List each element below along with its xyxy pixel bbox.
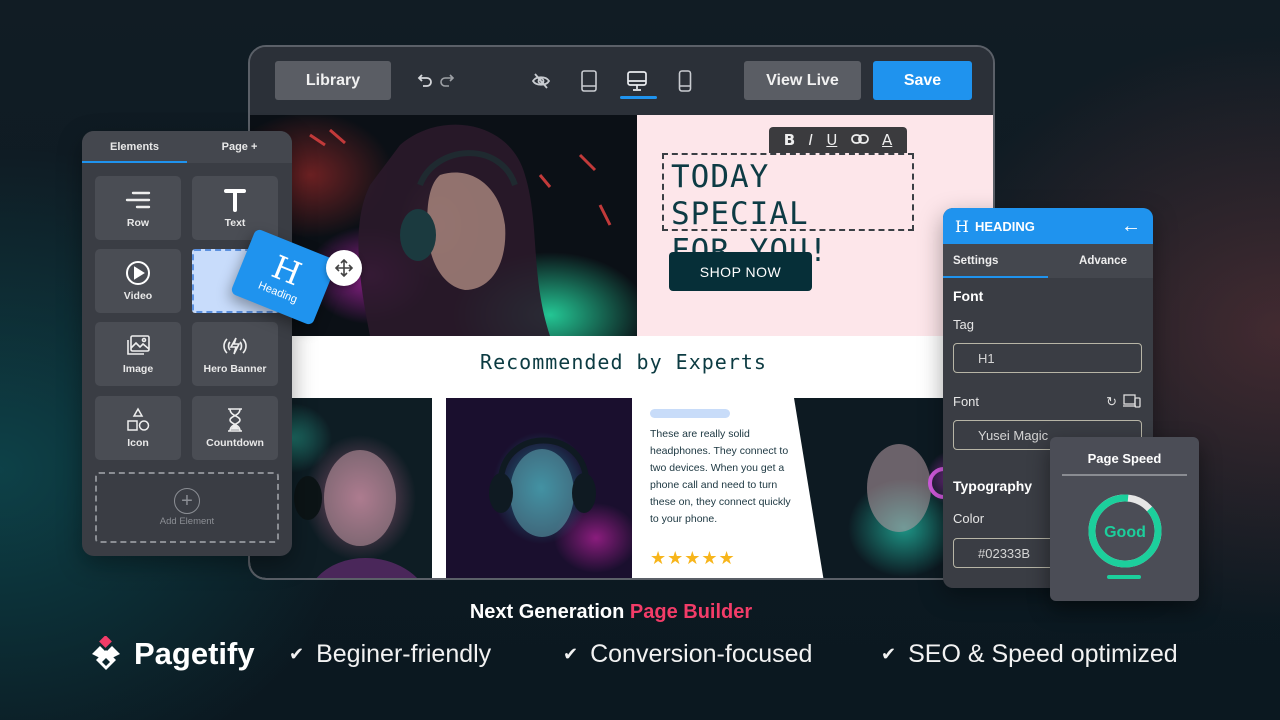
- video-icon: [125, 260, 151, 286]
- check-icon: ✔: [289, 644, 305, 664]
- link-icon[interactable]: [850, 131, 869, 149]
- element-video-label: Video: [123, 290, 153, 302]
- hero-heading-line-1: TODAY SPECIAL: [671, 159, 809, 232]
- recommended-section: Recommended by Experts These are really …: [250, 336, 993, 578]
- text-icon: [223, 187, 247, 213]
- element-icon[interactable]: Icon: [95, 396, 181, 460]
- element-row-label: Row: [126, 217, 150, 229]
- pagetify-logo-icon: [92, 636, 120, 670]
- feature-conversion-focused: ✔ Conversion-focused: [563, 640, 812, 669]
- hide-icon[interactable]: [527, 67, 555, 95]
- settings-active-tab-indicator: [943, 276, 1048, 278]
- desktop-icon[interactable]: [623, 67, 651, 95]
- rating-stars: ★★★★★: [650, 548, 736, 568]
- page-speed-title: Page Speed: [1087, 451, 1162, 466]
- elements-panel-tabs: Elements Page +: [82, 131, 292, 163]
- element-hero-banner-label: Hero Banner: [203, 363, 267, 375]
- feature-label: SEO & Speed optimized: [908, 640, 1178, 668]
- check-icon: ✔: [881, 644, 897, 664]
- active-tab-indicator: [82, 161, 187, 163]
- feature-beginner-friendly: ✔ Beginer-friendly: [289, 640, 491, 669]
- italic-icon[interactable]: I: [809, 131, 813, 149]
- font-section-title: Font: [953, 288, 984, 304]
- review-text: These are really solid headphones. They …: [650, 428, 791, 525]
- element-hero-banner[interactable]: Hero Banner: [192, 322, 278, 386]
- tab-advance[interactable]: Advance: [1053, 244, 1153, 278]
- text-color-icon[interactable]: A: [882, 131, 892, 149]
- text-format-toolbar: B I U A: [769, 127, 907, 153]
- feature-label: Beginer-friendly: [316, 640, 492, 668]
- responsive-devices-icon[interactable]: [1123, 394, 1141, 411]
- element-text[interactable]: Text: [192, 176, 278, 240]
- hero-content: B I U A TODAY SPECIAL FOR YOU! SHOP NOW: [637, 115, 993, 336]
- page-speed-bar: [1107, 575, 1141, 579]
- element-image[interactable]: Image: [95, 322, 181, 386]
- image-icon: [125, 333, 151, 359]
- settings-panel-title: HEADING: [974, 218, 1035, 234]
- heading-selection-box[interactable]: TODAY SPECIAL FOR YOU!: [662, 153, 914, 269]
- back-arrow-icon[interactable]: ←: [1121, 215, 1141, 238]
- hero-banner-icon: [221, 333, 249, 359]
- element-icon-label: Icon: [127, 437, 149, 449]
- feature-label: Conversion-focused: [590, 640, 813, 668]
- settings-tabs: Settings Advance: [943, 244, 1153, 278]
- check-icon: ✔: [563, 644, 579, 664]
- brand-name: Pagetify: [134, 636, 255, 671]
- font-actions: ↻: [1106, 394, 1141, 411]
- tag-label: Tag: [953, 317, 974, 332]
- row-icon: [125, 187, 151, 213]
- underline-icon[interactable]: U: [826, 131, 837, 149]
- page-speed-gauge: Good: [1088, 494, 1162, 568]
- element-row[interactable]: Row: [95, 176, 181, 240]
- move-icon[interactable]: [326, 250, 362, 286]
- save-button[interactable]: Save: [873, 61, 972, 100]
- element-countdown-label: Countdown: [206, 437, 264, 449]
- add-element-button[interactable]: + Add Element: [95, 472, 279, 543]
- view-live-button[interactable]: View Live: [744, 61, 861, 100]
- product-image-2[interactable]: [446, 398, 632, 578]
- tab-elements[interactable]: Elements: [82, 131, 187, 163]
- active-device-indicator: [620, 96, 657, 99]
- feature-seo-speed: ✔ SEO & Speed optimized: [881, 640, 1178, 669]
- bold-icon[interactable]: B: [784, 131, 795, 149]
- tagline-accent: Page Builder: [629, 601, 753, 623]
- editor-window: Library View Live Save B I U A TODAY SPE…: [248, 45, 995, 580]
- mobile-icon[interactable]: [671, 67, 699, 95]
- element-image-label: Image: [122, 363, 154, 375]
- tagline-prefix: Next Generation: [469, 601, 630, 623]
- plus-icon: +: [174, 488, 200, 514]
- tag-select[interactable]: H1: [953, 343, 1142, 373]
- shapes-icon: [125, 407, 151, 433]
- elements-panel: Elements Page + Row Text Video Image Her…: [82, 131, 292, 556]
- color-label: Color: [953, 511, 985, 526]
- tab-settings[interactable]: Settings: [943, 244, 1053, 278]
- tablet-icon[interactable]: [575, 67, 603, 95]
- brand-logo: Pagetify: [88, 636, 255, 672]
- review-card: These are really solid headphones. They …: [632, 398, 822, 578]
- typography-section-title: Typography: [953, 478, 1033, 494]
- reset-icon[interactable]: ↻: [1106, 394, 1117, 411]
- settings-panel-header: H HEADING ←: [943, 208, 1153, 244]
- shop-now-button[interactable]: SHOP NOW: [669, 252, 812, 291]
- review-author-placeholder: [650, 409, 730, 418]
- redo-icon[interactable]: [432, 66, 460, 94]
- page-speed-status: Good: [1104, 524, 1146, 541]
- hourglass-icon: [225, 407, 245, 433]
- add-element-label: Add Element: [159, 516, 215, 527]
- page-speed-divider: [1062, 474, 1187, 476]
- tab-page[interactable]: Page +: [187, 131, 292, 163]
- page-speed-card: Page Speed Good: [1050, 437, 1199, 601]
- library-button[interactable]: Library: [275, 61, 391, 100]
- element-video[interactable]: Video: [95, 249, 181, 313]
- element-countdown[interactable]: Countdown: [192, 396, 278, 460]
- tagline: Next Generation Page Builder: [0, 601, 1222, 624]
- font-label: Font: [953, 394, 980, 409]
- element-text-label: Text: [224, 217, 246, 229]
- editor-toolbar: Library View Live Save: [250, 47, 993, 115]
- section-title: Recommended by Experts: [480, 350, 767, 374]
- product-illustration-2: [489, 437, 596, 537]
- heading-icon: H: [955, 216, 969, 236]
